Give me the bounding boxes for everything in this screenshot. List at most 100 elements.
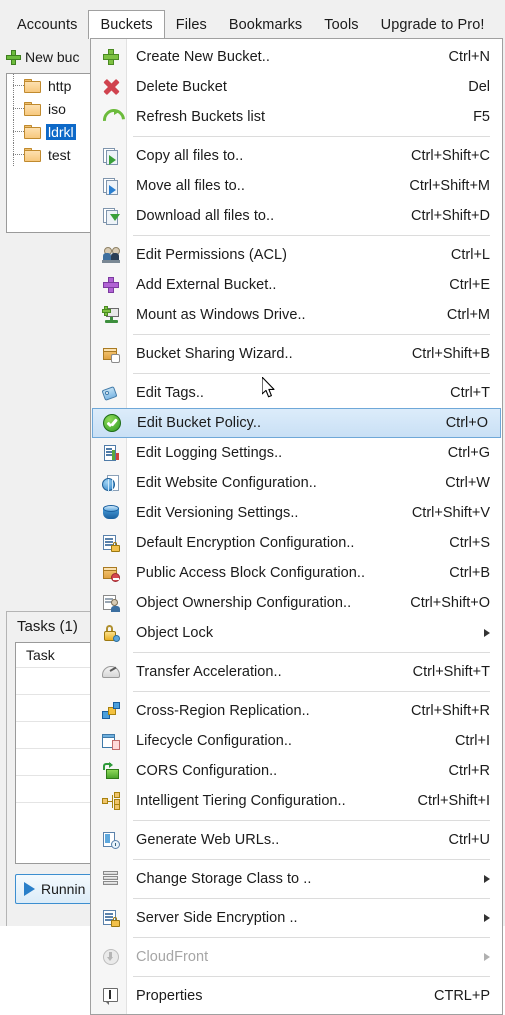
menu-item-edit-bucket-policy[interactable]: Edit Bucket Policy.. Ctrl+O	[92, 408, 501, 438]
task-grid-line	[16, 721, 96, 748]
menu-item-shortcut: Ctrl+M	[446, 307, 490, 323]
task-grid-line	[16, 802, 96, 829]
menu-item-change-storage-class-to[interactable]: Change Storage Class to ..	[91, 864, 502, 894]
bucket-name-label: http	[48, 77, 72, 94]
running-label: Runnin	[41, 881, 86, 897]
menu-item-label: Edit Tags..	[136, 385, 204, 401]
left-panel: New buc http iso ldrkl test Tasks (1) Task …	[0, 39, 96, 926]
tasks-list[interactable]: Task	[15, 642, 96, 864]
menu-item-label: Refresh Buckets list	[136, 109, 266, 125]
copy-files-icon	[102, 147, 120, 165]
menu-item-create-new-bucket[interactable]: Create New Bucket.. Ctrl+N	[91, 42, 502, 72]
menu-item-intelligent-tiering-configuration[interactable]: Intelligent Tiering Configuration.. Ctrl+…	[91, 786, 502, 816]
menu-item-object-ownership-configuration[interactable]: Object Ownership Configuration.. Ctrl+Shi…	[91, 588, 502, 618]
menu-item-icon-cell	[95, 345, 126, 363]
menu-item-icon-cell	[95, 564, 126, 582]
menu-separator	[133, 652, 490, 653]
bucket-tree-item[interactable]: test	[7, 143, 96, 166]
logging-icon	[102, 444, 120, 462]
menu-item-shortcut: Ctrl+U	[448, 832, 491, 848]
menu-item-default-encryption-configuration[interactable]: Default Encryption Configuration.. Ctrl+S	[91, 528, 502, 558]
website-config-icon	[101, 474, 120, 492]
move-files-icon	[102, 177, 120, 195]
menubar-item-files[interactable]: Files	[165, 10, 218, 39]
menu-item-transfer-acceleration[interactable]: Transfer Acceleration.. Ctrl+Shift+T	[91, 657, 502, 687]
menu-item-icon-cell	[95, 594, 126, 612]
menu-item-shortcut: Del	[468, 79, 490, 95]
menu-item-generate-web-urls[interactable]: Generate Web URLs.. Ctrl+U	[91, 825, 502, 855]
menu-item-server-side-encryption[interactable]: Server Side Encryption ..	[91, 903, 502, 933]
menu-item-icon-cell	[95, 474, 126, 492]
menubar-item-tools[interactable]: Tools	[313, 10, 369, 39]
cloudfront-icon	[102, 948, 120, 966]
menu-item-public-access-block-configuration[interactable]: Public Access Block Configuration.. Ctrl+…	[91, 558, 502, 588]
menu-item-cors-configuration[interactable]: CORS Configuration.. Ctrl+R	[91, 756, 502, 786]
menu-item-label: Cross-Region Replication..	[136, 703, 310, 719]
new-bucket-button[interactable]: New buc	[6, 49, 79, 65]
plus-green-icon	[102, 48, 120, 66]
menu-item-label: Server Side Encryption ..	[136, 910, 298, 926]
menu-item-copy-all-files-to[interactable]: Copy all files to.. Ctrl+Shift+C	[91, 141, 502, 171]
menu-item-icon-cell	[95, 624, 126, 642]
menu-item-icon-cell	[95, 732, 126, 750]
menu-item-bucket-sharing-wizard[interactable]: Bucket Sharing Wizard.. Ctrl+Shift+B	[91, 339, 502, 369]
menu-item-delete-bucket[interactable]: Delete Bucket Del	[91, 72, 502, 102]
menu-item-shortcut: Ctrl+N	[448, 49, 491, 65]
tasks-panel: Tasks (1) Task Runnin	[6, 611, 96, 926]
menu-item-cross-region-replication[interactable]: Cross-Region Replication.. Ctrl+Shift+R	[91, 696, 502, 726]
download-files-icon	[102, 207, 120, 225]
menu-item-icon-cell	[95, 702, 126, 720]
menu-item-edit-versioning-settings[interactable]: Edit Versioning Settings.. Ctrl+Shift+V	[91, 498, 502, 528]
menu-item-shortcut: Ctrl+R	[448, 763, 491, 779]
menu-separator	[133, 691, 490, 692]
menu-item-icon-cell	[95, 534, 126, 552]
application-window: Accounts Buckets Files Bookmarks Tools Upgrad…	[0, 0, 505, 1015]
menu-item-edit-tags[interactable]: Edit Tags.. Ctrl+T	[91, 378, 502, 408]
menu-item-shortcut: Ctrl+Shift+O	[410, 595, 490, 611]
menu-item-shortcut: Ctrl+Shift+R	[411, 703, 490, 719]
menu-item-edit-permissions-acl[interactable]: Edit Permissions (ACL) Ctrl+L	[91, 240, 502, 270]
menu-item-download-all-files-to[interactable]: Download all files to.. Ctrl+Shift+D	[91, 201, 502, 231]
bucket-tree-item[interactable]: http	[7, 74, 96, 97]
menu-item-icon-cell	[95, 831, 126, 849]
menu-item-lifecycle-configuration[interactable]: Lifecycle Configuration.. Ctrl+I	[91, 726, 502, 756]
bucket-tree-item[interactable]: ldrkl	[7, 120, 96, 143]
menubar-item-bookmarks[interactable]: Bookmarks	[218, 10, 313, 39]
menu-separator	[133, 235, 490, 236]
menu-item-shortcut: Ctrl+Shift+T	[412, 664, 490, 680]
menu-item-edit-website-configuration[interactable]: Edit Website Configuration.. Ctrl+W	[91, 468, 502, 498]
task-grid-line	[16, 667, 96, 694]
refresh-icon	[102, 108, 120, 126]
menubar-item-buckets[interactable]: Buckets	[88, 10, 165, 39]
menubar-item-upgrade-to-pro[interactable]: Upgrade to Pro!	[370, 10, 496, 39]
running-tab-button[interactable]: Runnin	[15, 874, 96, 904]
menu-item-move-all-files-to[interactable]: Move all files to.. Ctrl+Shift+M	[91, 171, 502, 201]
menu-item-mount-as-windows-drive[interactable]: Mount as Windows Drive.. Ctrl+M	[91, 300, 502, 330]
menu-item-label: Delete Bucket	[136, 79, 227, 95]
menu-item-shortcut: Ctrl+Shift+D	[411, 208, 490, 224]
menu-item-label: Change Storage Class to ..	[136, 871, 312, 887]
menu-item-object-lock[interactable]: Object Lock	[91, 618, 502, 648]
encryption-icon	[102, 534, 120, 552]
properties-info-icon	[102, 987, 120, 1005]
menu-item-icon-cell	[96, 414, 127, 432]
buckets-dropdown-menu[interactable]: Create New Bucket.. Ctrl+N Delete Bucket De…	[90, 38, 503, 1015]
menu-item-icon-cell	[95, 276, 126, 294]
tag-icon	[101, 384, 120, 402]
menu-item-label: CloudFront	[136, 949, 209, 965]
menu-item-refresh-buckets-list[interactable]: Refresh Buckets list F5	[91, 102, 502, 132]
menu-item-shortcut: F5	[473, 109, 490, 125]
chevron-right-icon	[484, 629, 490, 637]
menu-item-label: Edit Versioning Settings..	[136, 505, 299, 521]
bucket-tree[interactable]: http iso ldrkl test	[6, 73, 96, 233]
menu-item-label: Edit Bucket Policy..	[137, 415, 262, 431]
menu-item-edit-logging-settings[interactable]: Edit Logging Settings.. Ctrl+G	[91, 438, 502, 468]
menubar-item-accounts[interactable]: Accounts	[6, 10, 88, 39]
menu-item-add-external-bucket[interactable]: Add External Bucket.. Ctrl+E	[91, 270, 502, 300]
tasks-title: Tasks (1)	[17, 618, 78, 635]
menu-item-icon-cell	[95, 444, 126, 462]
menu-item-label: CORS Configuration..	[136, 763, 278, 779]
menu-item-shortcut: Ctrl+Shift+V	[411, 505, 490, 521]
menu-item-properties[interactable]: Properties CTRL+P	[91, 981, 502, 1011]
bucket-tree-item[interactable]: iso	[7, 97, 96, 120]
